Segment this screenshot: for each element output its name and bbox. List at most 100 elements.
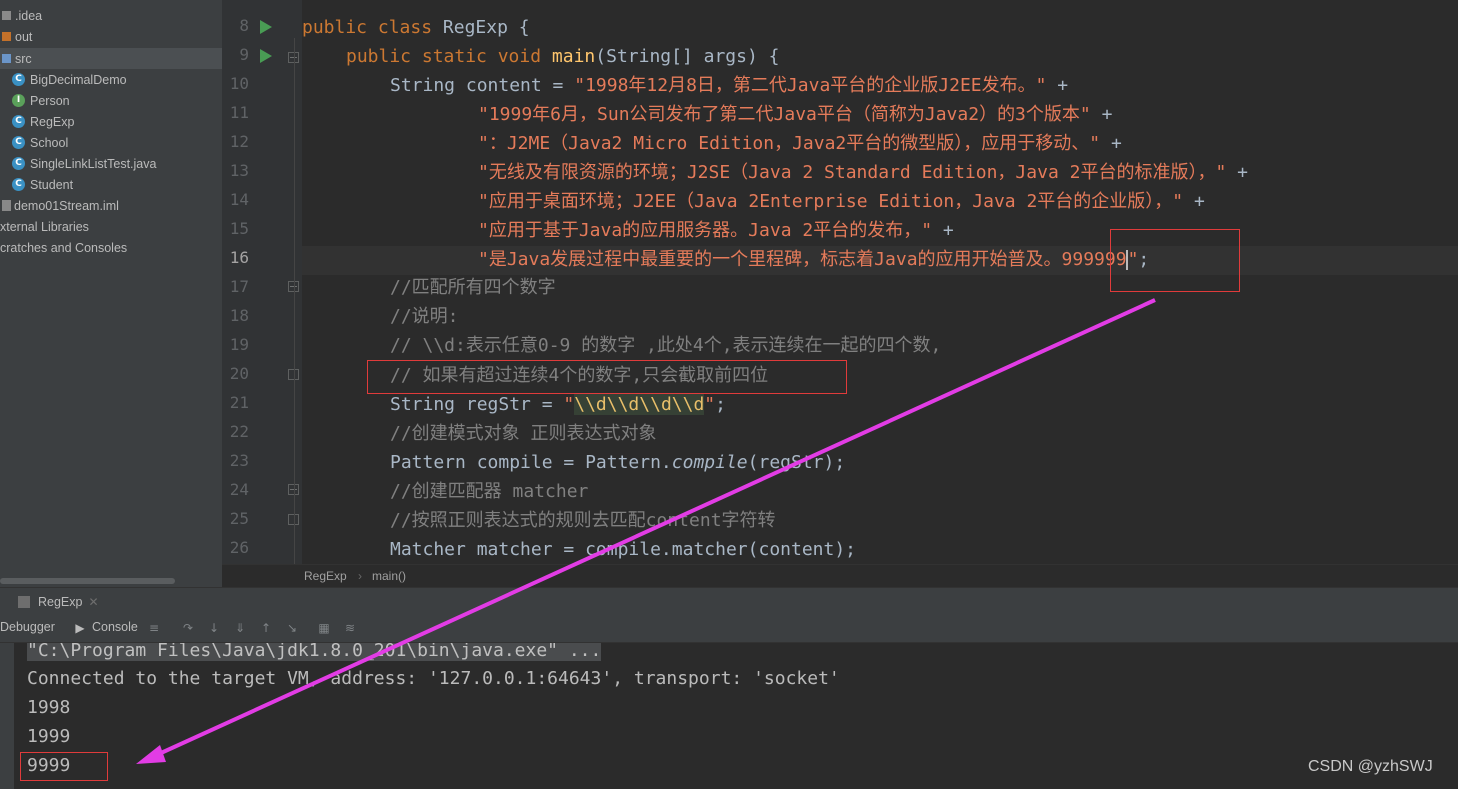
project-sidebar: .idea out src C BigDecimalDemo I Person … bbox=[0, 0, 222, 587]
code-editor[interactable]: 8 9 10 11 12 13 14 15 16 17 18 19 20 21 … bbox=[222, 0, 1458, 564]
code-line-8: public class RegExp { bbox=[302, 17, 530, 38]
code-line-19: // \\d:表示任意0-9 的数字 ,此处4个,表示连续在一起的四个数, bbox=[390, 335, 942, 356]
console-icon: ▶ bbox=[75, 621, 85, 635]
menu-icon[interactable]: ≡ bbox=[148, 622, 160, 634]
tree-item-label: School bbox=[30, 135, 69, 150]
run-main-icon[interactable] bbox=[260, 49, 272, 63]
class-icon: C bbox=[12, 136, 25, 149]
line-number: 24 bbox=[229, 480, 249, 499]
tree-item-school[interactable]: C School bbox=[0, 132, 222, 153]
folder-icon bbox=[2, 54, 11, 63]
breadcrumb: RegExp › main() bbox=[222, 564, 1458, 588]
run-tabbar: RegExp ✕ bbox=[0, 587, 1458, 615]
line-number: 11 bbox=[229, 103, 249, 122]
console-line: "C:\Program Files\Java\jdk1.8.0_201\bin\… bbox=[27, 643, 602, 661]
tab-debugger[interactable]: Debugger bbox=[0, 620, 55, 634]
line-number: 19 bbox=[229, 335, 249, 354]
console-line: 1998 bbox=[27, 697, 71, 718]
module-file-icon bbox=[2, 200, 11, 211]
folder-icon bbox=[2, 32, 11, 41]
interface-icon: I bbox=[12, 94, 25, 107]
tab-console[interactable]: Console bbox=[92, 620, 138, 634]
breadcrumb-separator: › bbox=[358, 569, 362, 583]
evaluate-icon[interactable]: ▦ bbox=[318, 622, 330, 634]
line-number: 23 bbox=[229, 451, 249, 470]
tree-item-idea[interactable]: .idea bbox=[0, 5, 222, 26]
tree-item-label: .idea bbox=[15, 8, 43, 23]
line-number: 21 bbox=[229, 393, 249, 412]
code-line-22: //创建模式对象 正则表达式对象 bbox=[390, 423, 657, 444]
folder-icon bbox=[2, 11, 11, 20]
highlight-box-digits bbox=[1110, 229, 1240, 292]
step-out-icon[interactable]: ↑ bbox=[260, 622, 272, 634]
code-line-11: "1999年6月，Sun公司发布了第二代Java平台（简称为Java2）的3个版… bbox=[478, 104, 1113, 125]
console-line: Connected to the target VM, address: '12… bbox=[27, 668, 840, 689]
line-number: 13 bbox=[229, 161, 249, 180]
console-gutter bbox=[0, 643, 14, 789]
tree-item-external-libraries[interactable]: xternal Libraries bbox=[0, 216, 222, 237]
tree-item-person[interactable]: I Person bbox=[0, 90, 222, 111]
code-line-17: //匹配所有四个数字 bbox=[390, 277, 556, 298]
tree-item-label: BigDecimalDemo bbox=[30, 72, 127, 87]
code-line-23: Pattern compile = Pattern.compile(regStr… bbox=[390, 452, 846, 473]
editor-gutter: 8 9 10 11 12 13 14 15 16 17 18 19 20 21 … bbox=[222, 0, 302, 564]
fold-guide bbox=[294, 38, 295, 564]
code-line-10: String content = "1998年12月8日，第二代Java平台的企… bbox=[390, 75, 1069, 96]
tree-item-label: demo01Stream.iml bbox=[14, 198, 119, 213]
tree-item-src[interactable]: src bbox=[0, 48, 222, 69]
code-line-25: //按照正则表达式的规则去匹配content字符转 bbox=[390, 510, 776, 531]
tree-item-label: cratches and Consoles bbox=[0, 240, 128, 255]
step-into-icon[interactable]: ↓ bbox=[208, 622, 220, 634]
line-number: 25 bbox=[229, 509, 249, 528]
line-number: 9 bbox=[239, 45, 249, 64]
run-tab-regexp[interactable]: RegExp ✕ bbox=[18, 591, 99, 613]
code-line-21: String regStr = "\\d\\d\\d\\d"; bbox=[390, 394, 726, 415]
code-line-14: "应用于桌面环境；J2EE（Java 2Enterprise Edition，J… bbox=[478, 191, 1205, 212]
breadcrumb-class[interactable]: RegExp bbox=[304, 569, 347, 583]
close-icon[interactable]: ✕ bbox=[88, 595, 98, 609]
tree-item-student[interactable]: C Student bbox=[0, 174, 222, 195]
tree-item-label: SingleLinkListTest.java bbox=[30, 156, 157, 171]
line-number: 18 bbox=[229, 306, 249, 325]
line-number: 8 bbox=[239, 16, 249, 35]
breadcrumb-method[interactable]: main() bbox=[372, 569, 406, 583]
code-line-18: //说明: bbox=[390, 306, 459, 327]
tree-item-label: src bbox=[15, 51, 32, 66]
line-number: 14 bbox=[229, 190, 249, 209]
line-number: 12 bbox=[229, 132, 249, 151]
highlight-box-comment bbox=[367, 360, 847, 394]
line-number: 22 bbox=[229, 422, 249, 441]
tree-item-scratches[interactable]: cratches and Consoles bbox=[0, 237, 222, 258]
console-output[interactable]: "C:\Program Files\Java\jdk1.8.0_201\bin\… bbox=[0, 643, 1458, 789]
run-class-icon[interactable] bbox=[260, 20, 272, 34]
watermark: CSDN @yzhSWJ bbox=[1308, 758, 1433, 775]
tree-item-bigdecimaldemo[interactable]: C BigDecimalDemo bbox=[0, 69, 222, 90]
line-number: 20 bbox=[229, 364, 249, 383]
code-line-26: Matcher matcher = compile.matcher(conten… bbox=[390, 539, 857, 560]
debugger-toolbar: Debugger ▶ Console ≡ ↷ ↓ ⇓ ↑ ↘ ▦ ≋ bbox=[0, 615, 1458, 643]
tree-item-iml[interactable]: demo01Stream.iml bbox=[0, 195, 222, 216]
line-number: 26 bbox=[229, 538, 249, 557]
class-icon: C bbox=[12, 73, 25, 86]
highlight-box-result bbox=[20, 752, 108, 781]
class-icon: C bbox=[12, 157, 25, 170]
code-line-16: "是Java发展过程中最重要的一个里程碑，标志着Java的应用开始普及。9999… bbox=[478, 249, 1150, 270]
debug-config-icon bbox=[18, 596, 30, 608]
code-line-15: "应用于基于Java的应用服务器。Java 2平台的发布，" + bbox=[478, 220, 954, 241]
tree-item-regexp[interactable]: C RegExp bbox=[0, 111, 222, 132]
step-over-icon[interactable]: ↷ bbox=[182, 622, 194, 634]
tree-item-label: Student bbox=[30, 177, 74, 192]
tree-item-singlelinklisttest[interactable]: C SingleLinkListTest.java bbox=[0, 153, 222, 174]
line-number: 17 bbox=[229, 277, 249, 296]
line-number: 15 bbox=[229, 219, 249, 238]
trace-icon[interactable]: ≋ bbox=[344, 622, 356, 634]
horizontal-scrollbar[interactable] bbox=[0, 578, 175, 584]
tree-item-out[interactable]: out bbox=[0, 26, 222, 47]
run-to-cursor-icon[interactable]: ↘ bbox=[286, 622, 298, 634]
code-line-9: public static void main(String[] args) { bbox=[346, 46, 780, 67]
tree-item-label: xternal Libraries bbox=[0, 219, 89, 234]
code-line-13: "无线及有限资源的环境；J2SE（Java 2 Standard Edition… bbox=[478, 162, 1248, 183]
code-line-24: //创建匹配器 matcher bbox=[390, 481, 589, 502]
code-line-12: "：J2ME（Java2 Micro Edition，Java2平台的微型版），… bbox=[478, 133, 1122, 154]
force-step-into-icon[interactable]: ⇓ bbox=[234, 622, 246, 634]
